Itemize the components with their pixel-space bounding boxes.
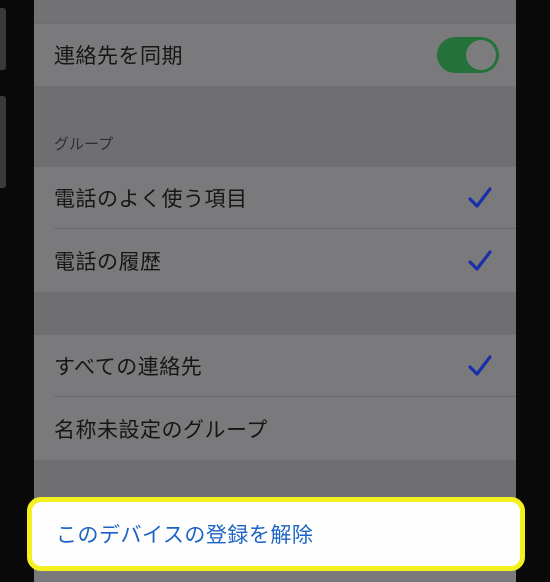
group-item-label: 電話のよく使う項目 (54, 187, 248, 211)
group-item-favorites[interactable]: 電話のよく使う項目 (34, 167, 516, 229)
sync-contacts-row[interactable]: 連絡先を同期 (34, 24, 516, 86)
groups-section-header: グループ (54, 135, 114, 153)
checkmark-icon (468, 249, 492, 271)
all-contacts-row[interactable]: すべての連絡先 (34, 335, 516, 397)
all-contacts-label: すべての連絡先 (54, 355, 203, 379)
group-item-label: 電話の履歴 (54, 249, 162, 274)
unnamed-group-row[interactable]: 名称未設定のグループ (34, 397, 516, 460)
checkmark-icon (468, 355, 492, 376)
side-button-lower (0, 96, 6, 188)
unregister-device-label: このデバイスの登録を解除 (56, 523, 314, 547)
checkmark-icon (468, 187, 492, 208)
side-button-upper (0, 8, 6, 70)
toggle-knob (466, 40, 496, 70)
sync-contacts-toggle[interactable] (437, 37, 499, 73)
sync-contacts-label: 連絡先を同期 (54, 44, 183, 68)
row-above-edge (34, 0, 516, 22)
group-item-recents[interactable]: 電話の履歴 (34, 229, 516, 292)
unnamed-group-label: 名称未設定のグループ (54, 417, 268, 442)
settings-screen: 連絡先を同期 グループ 電話のよく使う項目 電話の履歴 すべての連絡先 名称未設… (34, 0, 516, 582)
unregister-device-button[interactable]: このデバイスの登録を解除 (27, 497, 525, 571)
phone-frame: 連絡先を同期 グループ 電話のよく使う項目 電話の履歴 すべての連絡先 名称未設… (0, 0, 550, 582)
